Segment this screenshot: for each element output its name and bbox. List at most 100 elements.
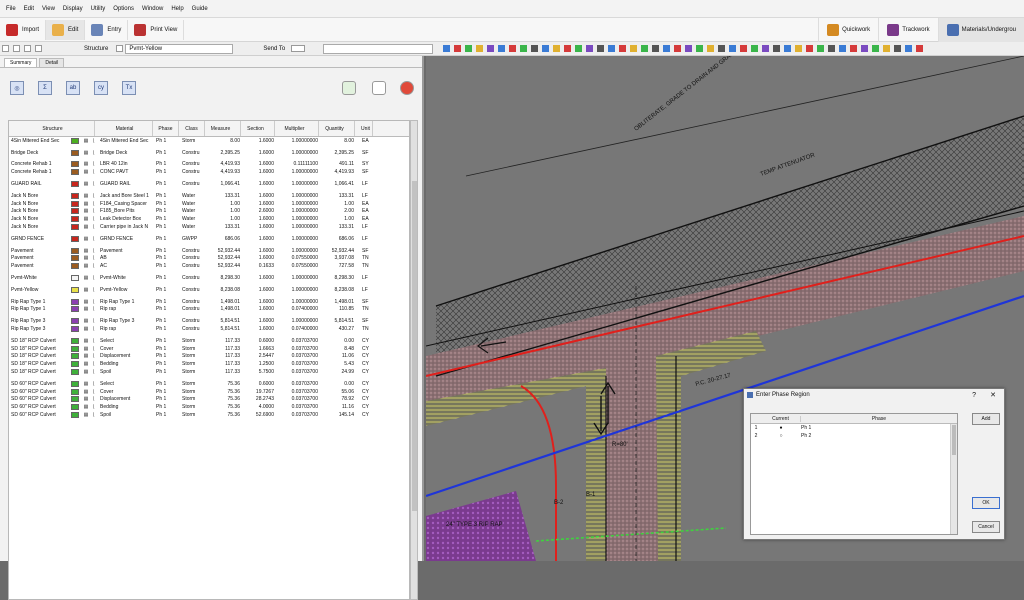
cad-tool-12-icon[interactable] [564, 45, 572, 52]
table-row[interactable]: Jack N Bore ▦ ⌊ F185_Bore Pits Ph 1 Water 1.00… [9, 208, 409, 216]
table-row[interactable]: Pavement ▦ ⌊ AC Ph 1 Constru 52,932.44 0.1633 0.… [9, 262, 409, 270]
cad-tool-29-icon[interactable] [751, 45, 759, 52]
cad-tool-42-icon[interactable] [894, 45, 902, 52]
menu-item-options[interactable]: Options [113, 6, 134, 12]
tab-detail[interactable]: Detail [39, 58, 65, 67]
table-row[interactable]: Rip Rap Type 3 ▦ ⌊ Rip rap Ph 1 Constru 5,814.… [9, 325, 409, 333]
cad-tool-25-icon[interactable] [707, 45, 715, 52]
structure-picker-icon[interactable] [116, 45, 124, 52]
column-header-section[interactable]: Section [241, 121, 275, 136]
cad-tool-19-icon[interactable] [641, 45, 649, 52]
cad-tool-15-icon[interactable] [597, 45, 605, 52]
table-row[interactable]: SD 60" RCP Culvert ▦ ⌊ Displacement Ph 1 Stor… [9, 396, 409, 404]
table-row[interactable]: Concrete Rehab 1 ▦ ⌊ CONC PAVT Ph 1 Constru 4,… [9, 168, 409, 176]
cad-tool-13-icon[interactable] [575, 45, 583, 52]
cad-tool-24-icon[interactable] [696, 45, 704, 52]
column-header-structure[interactable]: Structure [9, 121, 95, 136]
table-row[interactable]: SD 60" RCP Culvert ▦ ⌊ Bedding Ph 1 Storm 75.3… [9, 403, 409, 411]
table-row[interactable]: GRND FENCE ▦ ⌊ GRND FENCE Ph 1 GWPP 686.06 1.60… [9, 235, 409, 243]
column-header-material[interactable]: Material [95, 121, 153, 136]
menu-item-window[interactable]: Window [142, 6, 163, 12]
table-row[interactable]: Rip Rap Type 1 ▦ ⌊ Rip rap Ph 1 Constru 1,498.… [9, 306, 409, 314]
table-row[interactable]: Bridge Deck ▦ ⌊ Bridge Deck Ph 1 Constru 2,395… [9, 149, 409, 157]
cad-tool-35-icon[interactable] [817, 45, 825, 52]
group-icon[interactable]: ◎ [10, 81, 24, 95]
scroll-thumb[interactable] [412, 181, 417, 511]
menu-item-view[interactable]: View [42, 6, 55, 12]
cy-icon[interactable]: cy [94, 81, 108, 95]
column-header-class[interactable]: Class [179, 121, 205, 136]
print-icon[interactable] [35, 45, 42, 52]
cad-tool-39-icon[interactable] [861, 45, 869, 52]
close-report-icon[interactable] [400, 81, 414, 95]
cad-tool-11-icon[interactable] [553, 45, 561, 52]
column-header-unit[interactable]: Unit [355, 121, 373, 136]
abc-icon[interactable]: ab [66, 81, 80, 95]
tab-summary[interactable]: Summary [4, 58, 38, 67]
table-row[interactable]: SD 18" RCP Culvert ▦ ⌊ Spoil Ph 1 Storm 117.33… [9, 368, 409, 376]
export-icon[interactable] [342, 81, 356, 95]
menu-item-edit[interactable]: Edit [24, 6, 34, 12]
column-header-multiplier[interactable]: Multiplier [275, 121, 319, 136]
cad-tool-9-icon[interactable] [531, 45, 539, 52]
table-row[interactable]: Jack N Bore ▦ ⌊ Leak Detector Box Ph 1 Water 1… [9, 215, 409, 223]
table-row[interactable]: Concrete Rehab 1 ▦ ⌊ LBR 40 12in Ph 1 Constru… [9, 161, 409, 169]
cad-tool-16-icon[interactable] [608, 45, 616, 52]
cad-tool-27-icon[interactable] [729, 45, 737, 52]
tab-quickwork[interactable]: Quickwork [818, 18, 878, 42]
table-row[interactable]: Pvmt-Yellow ▦ ⌊ Pvmt-Yellow Ph 1 Constru 8,238… [9, 286, 409, 294]
import-button[interactable]: Import [0, 19, 47, 40]
cad-tool-20-icon[interactable] [652, 45, 660, 52]
tab-trackwork[interactable]: Trackwork [878, 18, 937, 42]
menu-item-display[interactable]: Display [63, 6, 83, 12]
table-row[interactable]: SD 60" RCP Culvert ▦ ⌊ Cover Ph 1 Storm 75.36 1… [9, 388, 409, 396]
phase-row[interactable]: 1 ● Ph 1 [751, 424, 957, 432]
cad-tool-17-icon[interactable] [619, 45, 627, 52]
table-row[interactable]: Pvmt-White ▦ ⌊ Pvmt-White Ph 1 Constru 8,298.3… [9, 274, 409, 282]
table-row[interactable]: SD 18" RCP Culvert ▦ ⌊ Bedding Ph 1 Storm 117.… [9, 360, 409, 368]
table-row[interactable]: SD 18" RCP Culvert ▦ ⌊ Cover Ph 1 Storm 117.33… [9, 345, 409, 353]
cad-tool-23-icon[interactable] [685, 45, 693, 52]
cad-tool-30-icon[interactable] [762, 45, 770, 52]
cad-tool-8-icon[interactable] [520, 45, 528, 52]
phase-table-scrollbar[interactable] [950, 424, 957, 534]
sum-icon[interactable]: Σ [38, 81, 52, 95]
table-row[interactable]: 4Sin Mitered End Sec ▦ ⌊ 4Sin Mitered End S… [9, 137, 409, 145]
tx-icon[interactable]: Tx [122, 81, 136, 95]
structure-select[interactable]: Pvmt-Yellow [125, 43, 234, 54]
cad-tool-37-icon[interactable] [839, 45, 847, 52]
cad-tool-4-icon[interactable] [476, 45, 484, 52]
table-row[interactable]: Jack N Bore ▦ ⌊ Jack and Bore Steel 1 Ph 1 Wa… [9, 192, 409, 200]
cad-tool-5-icon[interactable] [487, 45, 495, 52]
cad-tool-33-icon[interactable] [795, 45, 803, 52]
menu-item-guide[interactable]: Guide [192, 6, 208, 12]
table-row[interactable]: Pavement ▦ ⌊ Pavement Ph 1 Constru 52,932.44 1.… [9, 247, 409, 255]
cad-tool-21-icon[interactable] [663, 45, 671, 52]
cad-tool-34-icon[interactable] [806, 45, 814, 52]
table-row[interactable]: Pavement ▦ ⌊ AB Ph 1 Constru 52,932.44 1.6000 0.… [9, 255, 409, 263]
current-radio[interactable]: ● [761, 425, 801, 431]
send-to-select[interactable] [323, 43, 434, 54]
cad-tool-3-icon[interactable] [465, 45, 473, 52]
phase-row[interactable]: 2 ○ Ph 2 [751, 432, 957, 440]
table-row[interactable]: Jack N Bore ▦ ⌊ Carrier pipe in Jack N Ph 1 W… [9, 223, 409, 231]
cad-tool-40-icon[interactable] [872, 45, 880, 52]
menu-item-help[interactable]: Help [171, 6, 183, 12]
table-row[interactable]: Jack N Bore ▦ ⌊ F184_Casing Spacer Ph 1 Water… [9, 200, 409, 208]
menu-item-utility[interactable]: Utility [91, 6, 106, 12]
cad-tool-31-icon[interactable] [773, 45, 781, 52]
cad-tool-32-icon[interactable] [784, 45, 792, 52]
table-row[interactable]: Rip Rap Type 1 ▦ ⌊ Rip Rap Type 1 Ph 1 Constr… [9, 298, 409, 306]
open-icon[interactable] [13, 45, 20, 52]
table-scrollbar[interactable] [410, 120, 418, 600]
cad-tool-28-icon[interactable] [740, 45, 748, 52]
close-icon[interactable]: ✕ [990, 391, 996, 399]
cad-tool-7-icon[interactable] [509, 45, 517, 52]
new-icon[interactable] [2, 45, 9, 52]
table-row[interactable]: SD 60" RCP Culvert ▦ ⌊ Select Ph 1 Storm 75.36… [9, 380, 409, 388]
cad-tool-1-icon[interactable] [443, 45, 451, 52]
cad-tool-2-icon[interactable] [454, 45, 462, 52]
tab-materials[interactable]: Materials/Undergrou [937, 18, 1024, 42]
column-header-phase[interactable]: Phase [153, 121, 179, 136]
cad-tool-44-icon[interactable] [916, 45, 924, 52]
